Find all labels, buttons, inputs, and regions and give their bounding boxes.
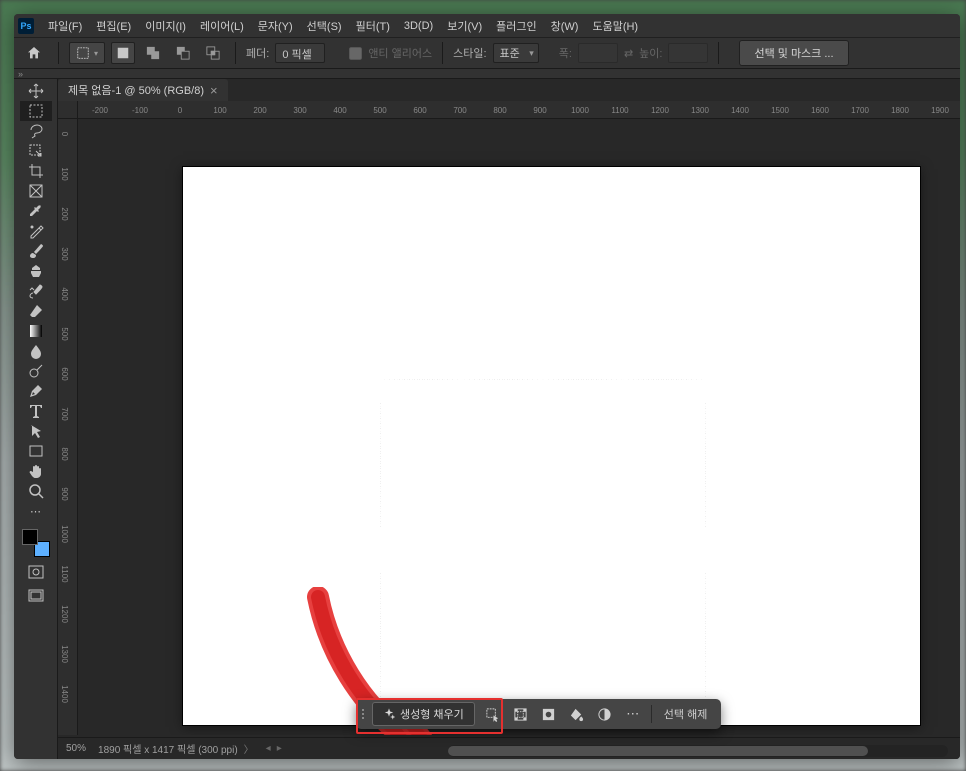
menu-view[interactable]: 보기(V) [441,15,488,37]
adjustment-layer-icon[interactable] [593,702,617,726]
move-tool-icon[interactable] [20,81,52,101]
panel-dock-strip: » [14,69,960,79]
dodge-tool-icon[interactable] [20,361,52,381]
modify-selection-icon[interactable] [481,702,505,726]
brush-tool-icon[interactable] [20,241,52,261]
quick-mask-icon[interactable] [26,563,46,581]
lasso-tool-icon[interactable] [20,121,52,141]
scroll-left-icon[interactable]: ◂ [266,743,271,754]
contextual-task-bar[interactable]: 생성형 채우기 ⋯ 선택 해제 [356,699,721,729]
fill-selection-icon[interactable] [565,702,589,726]
generative-fill-label: 생성형 채우기 [400,706,464,722]
crop-tool-icon[interactable] [20,161,52,181]
eyedropper-tool-icon[interactable] [20,201,52,221]
feather-input[interactable]: 0 픽셀 [275,43,325,63]
frame-tool-icon[interactable] [20,181,52,201]
menu-layer[interactable]: 레이어(L) [194,15,250,37]
tools-panel: ⋯ [14,79,58,759]
object-selection-tool-icon[interactable] [20,141,52,161]
status-bar: 50% 1890 픽셀 x 1417 픽셀 (300 ppi) 〉 ◂ ▸ [58,737,960,759]
eraser-tool-icon[interactable] [20,301,52,321]
more-options-icon[interactable]: ⋯ [621,702,645,726]
menu-edit[interactable]: 편집(E) [90,15,137,37]
options-bar: ▾ 페더: 0 픽셀 앤티 앨리어스 스타일: 표준 폭: ⇄ 높이: 선택 및… [14,37,960,69]
height-label: 높이: [639,45,662,61]
antialias-label: 앤티 앨리어스 [368,45,432,61]
style-label: 스타일: [453,45,486,61]
document-tab[interactable]: 제목 없음-1 @ 50% (RGB/8) × [58,79,228,101]
generative-fill-button[interactable]: 생성형 채우기 [372,702,475,726]
pen-tool-icon[interactable] [20,381,52,401]
mask-selection-icon[interactable] [537,702,561,726]
history-brush-tool-icon[interactable] [20,281,52,301]
document-info[interactable]: 1890 픽셀 x 1417 픽셀 (300 ppi) [98,741,238,756]
horizontal-scrollbar[interactable] [448,745,948,757]
path-selection-tool-icon[interactable] [20,421,52,441]
scroll-right-icon[interactable]: ▸ [277,743,282,754]
home-icon[interactable] [20,41,48,65]
selection-intersect-icon[interactable] [201,42,225,64]
width-input [578,43,618,63]
menu-image[interactable]: 이미지(I) [139,15,192,37]
menu-plugins[interactable]: 플러그인 [490,15,542,37]
horizontal-ruler[interactable]: -200-10001002003004005006007008009001000… [78,101,960,119]
hand-tool-icon[interactable] [20,461,52,481]
tool-preset-selector[interactable]: ▾ [69,42,105,64]
invert-selection-icon[interactable] [509,702,533,726]
close-tab-icon[interactable]: × [210,83,218,98]
color-swatches[interactable] [22,529,50,557]
width-label: 폭: [559,45,572,61]
taskbar-grip-icon[interactable] [362,709,368,719]
menu-window[interactable]: 창(W) [545,15,585,37]
deselect-button[interactable]: 선택 해제 [656,706,716,722]
zoom-tool-icon[interactable] [20,481,52,501]
gradient-tool-icon[interactable] [20,321,52,341]
toolbar-more-icon[interactable]: ⋯ [20,501,52,521]
document-area: 제목 없음-1 @ 50% (RGB/8) × -200-10001002003… [58,79,960,759]
marquee-tool-icon[interactable] [20,101,52,121]
menu-help[interactable]: 도움말(H) [586,15,644,37]
document-tabs: 제목 없음-1 @ 50% (RGB/8) × [58,79,960,101]
selection-add-icon[interactable] [141,42,165,64]
antialias-checkbox [349,47,362,60]
menu-type[interactable]: 문자(Y) [252,15,299,37]
selection-subtract-icon[interactable] [171,42,195,64]
canvas-viewport[interactable] [78,119,960,735]
healing-brush-tool-icon[interactable] [20,221,52,241]
menu-filter[interactable]: 필터(T) [350,15,396,37]
ruler-origin[interactable] [58,101,78,119]
screen-mode-icon[interactable] [26,587,46,605]
style-select[interactable]: 표준 [493,43,539,63]
zoom-level[interactable]: 50% [66,743,86,754]
photoshop-app-window: Ps 파일(F) 편집(E) 이미지(I) 레이어(L) 문자(Y) 선택(S)… [14,14,960,759]
rectangle-tool-icon[interactable] [20,441,52,461]
selection-new-icon[interactable] [111,42,135,64]
vertical-ruler[interactable]: 0100200300400500600700800900100011001200… [58,119,78,735]
clone-stamp-tool-icon[interactable] [20,261,52,281]
select-and-mask-button[interactable]: 선택 및 마스크 ... [739,40,848,66]
feather-label: 페더: [246,45,269,61]
type-tool-icon[interactable] [20,401,52,421]
photoshop-logo-icon: Ps [18,18,34,34]
doc-info-chevron-icon[interactable]: 〉 [244,741,254,756]
foreground-color-swatch[interactable] [22,529,38,545]
scrollbar-thumb[interactable] [448,746,868,756]
dock-handle-icon[interactable]: » [18,69,23,79]
menu-select[interactable]: 선택(S) [301,15,348,37]
height-input [668,43,708,63]
menubar: Ps 파일(F) 편집(E) 이미지(I) 레이어(L) 문자(Y) 선택(S)… [14,14,960,37]
workzone: ⋯ 제목 없음-1 @ 50% (RGB/8) × -200-100010020… [14,79,960,759]
menu-3d[interactable]: 3D(D) [398,17,439,35]
swap-dimensions-icon: ⇄ [624,47,633,60]
document-tab-title: 제목 없음-1 @ 50% (RGB/8) [68,82,204,98]
blur-tool-icon[interactable] [20,341,52,361]
marquee-selection[interactable] [380,379,706,721]
menu-file[interactable]: 파일(F) [42,15,88,37]
